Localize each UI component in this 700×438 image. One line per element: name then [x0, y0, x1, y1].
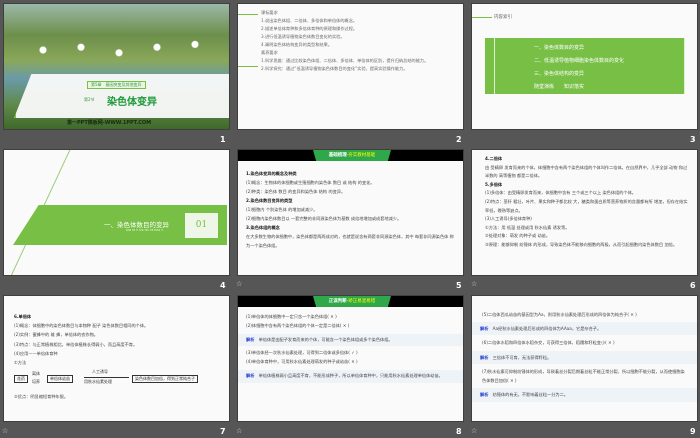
- text-line: (1)细胞内 个别染色体 的增加或减少。: [246, 207, 318, 213]
- chapter-badge: 第5章 基因突变及其他变异: [87, 81, 146, 89]
- slide-thumbnail-4[interactable]: 一、染色体数目的变异 RAN SE TI SHU MU DE BIAN YI 0…: [3, 149, 230, 276]
- question: (1)单倍体的体细胞中一定只含一个染色体组( ✕ ): [246, 314, 337, 319]
- slide-number: 7: [220, 427, 226, 436]
- explanation: 解析 单倍体是由配子发育而来的个体，可能含一个染色体组或多个染色体组。: [238, 333, 463, 347]
- section-title: 一、染色体数目的变异: [104, 221, 169, 229]
- text-line: ②优点：明显缩短育种年限。: [14, 394, 69, 399]
- explanation: 解析 三倍体不可育，无法获得籽粒。: [472, 350, 697, 364]
- text-line: 3.染色体组的概念: [246, 225, 280, 231]
- text-line: (4)应用——单倍体育种: [14, 350, 58, 356]
- section-subtitle: RAN SE TI SHU MU DE BIAN YI: [126, 229, 164, 232]
- text-line: ①方法: [14, 360, 27, 366]
- explanation: 解析 Aa经秋水仙素处理后形成的四倍体为AAaa，它是杂合子。: [472, 322, 697, 336]
- slide-thumbnail-8[interactable]: 正误判断·矫正易混易错 (1)单倍体的体细胞中一定只含一个染色体组( ✕ ) (…: [237, 295, 464, 422]
- accent-line: [238, 14, 258, 15]
- text-line: 2.染色体数目变异的类型: [246, 198, 293, 204]
- text-line: ①方法：用 低温 处理或用 秋水仙素 诱发等。: [485, 224, 570, 230]
- text-line: (2)实例：蜜蜂中的 雄 蜂，单倍体的农作物。: [14, 332, 98, 338]
- text-line: 1.染色体变异的概念及种类: [246, 171, 297, 176]
- question: (7)秋水仙素可抑制纺锤体的形成，导致着丝分裂后期着丝粒不能正常分裂，所以细胞不…: [482, 368, 685, 384]
- text-line: (3)特点：与正常植株相比，单倍体植株长得弱小，而且高度不育。: [14, 341, 138, 347]
- text-line: 5.多倍体: [485, 181, 503, 187]
- section-label: 第2节: [84, 97, 95, 102]
- animation-icon[interactable]: ☆: [471, 280, 477, 288]
- animation-icon[interactable]: ☆: [236, 280, 242, 288]
- slide-number: 5: [456, 281, 462, 290]
- toc-item[interactable]: 一、染色体数目的变异: [534, 42, 624, 55]
- slide-thumbnail-7[interactable]: 6.单倍体 (1)概念：体细胞中的染色体数目与本物种 配子 染色体数目相同的个体…: [3, 295, 230, 422]
- text-line: (1)概念：生物体的体细胞或生殖细胞内染色体 数目 或 结构 的变化。: [246, 180, 375, 186]
- section-heading: 课标要求: [261, 10, 278, 15]
- question: (4)单倍体育种中，可用秋水仙素处理萌发的种子或幼苗( ✕ ): [246, 359, 358, 365]
- question: (3)单倍体经一次秋水仙素处理，可得到二倍体或多倍体( ✓ ): [246, 350, 358, 356]
- slide-title: 染色体变异: [107, 97, 157, 108]
- header-tab: 正误判断·矫正易混易错: [313, 296, 391, 307]
- section-heading: 素养要求: [261, 49, 278, 55]
- text-line: (2)特点：茎秆 粗壮，叶片、果实和种子都比较 大，糖类和蛋白质等营养物质的含量…: [485, 199, 688, 213]
- toc-item[interactable]: 三、染色体结构的变异: [534, 68, 624, 81]
- list-item: 2.科学探究：通过“低温诱导植物染色体数目的变化”实验，提高实验操作能力。: [261, 65, 408, 71]
- toc-item[interactable]: 二、低温诱导植物细胞染色体数目的变化: [534, 55, 624, 68]
- header-tab: 基础梳理·夯实教材基础: [313, 150, 391, 161]
- text-line: (1)多倍体：由受精卵发育而来，体细胞中含有 三个或三个以上 染色体组的个体。: [485, 190, 636, 196]
- slide-thumbnail-5[interactable]: 基础梳理·夯实教材基础 1.染色体变异的概念及种类 (1)概念：生物体的体细胞或…: [237, 149, 464, 276]
- text-line: (3)人工诱导(多倍体育种): [485, 216, 532, 222]
- flow-diagram: 花药 离体 培养 单倍体幼苗 人工诱导 用秋水仙素处理 染色体数目加倍，得到正常…: [14, 369, 226, 386]
- question: (6)二倍体水稻和四倍体水稻杂交，可获得三倍体，稻穗和籽粒变小( ✕ ): [482, 340, 615, 346]
- list-item: 1.说出染色体组、二倍体、多倍体和单倍体的概念。: [261, 17, 358, 23]
- slide-number: 3: [690, 135, 696, 144]
- slide-thumbnail-9[interactable]: (5)二倍体西瓜幼苗的基因型为Aa，则用秋水仙素处理后形成的四倍体为纯合子( ✕…: [471, 295, 698, 422]
- slide-number: 1: [220, 135, 226, 144]
- slide-number: 8: [456, 427, 462, 436]
- slide-number: 6: [690, 281, 696, 290]
- slide-thumbnail-3[interactable]: 内容索引 一、染色体数目的变异 二、低温诱导植物细胞染色体数目的变化 三、染色体…: [471, 3, 698, 130]
- accent-line: [238, 66, 258, 67]
- text-line: 由 受精卵 发育而来的个体，体细胞中含有两个染色体组的个体叫作二倍体。在自然界中…: [485, 164, 688, 179]
- photo-birds: [24, 36, 214, 64]
- list-item: 3.进行低温诱导植物染色体数目变化的实验。: [261, 33, 345, 39]
- explanation: 解析 单倍体植株弱小且高度不育，不能形成种子，所以单倍体育种中，只能用秋水仙素处…: [238, 370, 463, 383]
- list-item: 2.描述单倍体育种和多倍体育种的原理和操作过程。: [261, 25, 358, 31]
- slide-thumbnail-6[interactable]: 4.二倍体 由 受精卵 发育而来的个体，体细胞中含有两个染色体组的个体叫作二倍体…: [471, 149, 698, 276]
- accent-line: [472, 17, 492, 18]
- section-number-badge: 01: [185, 213, 218, 238]
- text-line: ②处理对象：萌发 的种子或 幼苗。: [485, 233, 551, 239]
- explanation: 解析 纺锤体的有无，不影响着丝粒一分为二。: [472, 388, 697, 402]
- section-heading: 内容索引: [494, 15, 512, 20]
- text-line: ③原理：能够抑制 纺锤体 的形成，导致染色体不能移向细胞的两极，从而引起细胞内染…: [485, 242, 678, 248]
- slide-thumbnail-2[interactable]: 课标要求 1.说出染色体组、二倍体、多倍体和单倍体的概念。 2.描述单倍体育种和…: [237, 3, 464, 130]
- list-item: 1.科学思维：通过比较染色体组、二倍体、多倍体、单倍体的区别，提升归纳总结的能力…: [261, 57, 429, 63]
- slide-number: 9: [690, 427, 696, 436]
- animation-icon[interactable]: ☆: [471, 427, 477, 435]
- text-line: (1)概念：体细胞中的染色体数目与本物种 配子 染色体数目相同的个体。: [14, 323, 149, 329]
- slide-number: 2: [456, 135, 462, 144]
- animation-icon[interactable]: ☆: [2, 427, 8, 435]
- toc-item[interactable]: 随堂演练 知识落实: [534, 81, 624, 94]
- text-line: 6.单倍体: [14, 314, 32, 319]
- animation-icon[interactable]: ☆: [236, 427, 242, 435]
- text-line: (2)细胞内染色体数目以 一套完整的非同源染色体为基数 成倍地增加或成套地减少。: [246, 216, 402, 222]
- footer-text: 第一PPT模板网-WWW.1PPT.COM: [67, 120, 152, 126]
- question: (2)体细胞中含有两个染色体组的个体一定是二倍体( ✕ ): [246, 322, 350, 328]
- list-item: 4.阐明染色体结构变异的类型和结果。: [261, 41, 332, 47]
- text-line: 4.二倍体: [485, 156, 503, 161]
- text-line: 在大多数生物的体细胞中，染色体都是两两成对的，也就是说含有两套非同源染色体，其中…: [246, 234, 454, 249]
- toc-box: 一、染色体数目的变异 二、低温诱导植物细胞染色体数目的变化 三、染色体结构的变异…: [485, 38, 685, 94]
- slide-number: 4: [220, 281, 226, 290]
- slide-thumbnail-1[interactable]: 第5章 基因突变及其他变异 第2节 染色体变异 第一PPT模板网-WWW.1PP…: [3, 3, 230, 130]
- text-line: (2)种类：染色体 数目 的变异和染色体 结构 的变异。: [246, 189, 346, 195]
- question: (5)二倍体西瓜幼苗的基因型为Aa，则用秋水仙素处理后形成的四倍体为纯合子( ✕…: [482, 312, 637, 317]
